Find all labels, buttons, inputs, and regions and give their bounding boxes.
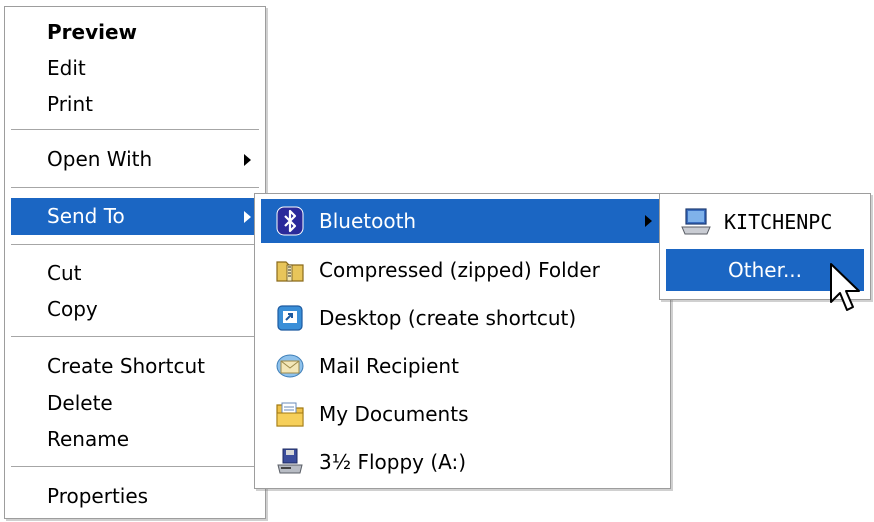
menu-item-edit[interactable]: Edit: [11, 50, 259, 87]
menu-item-label: Send To: [47, 204, 125, 228]
zip-folder-icon: [276, 261, 304, 282]
send-to-compressed-folder[interactable]: Compressed (zipped) Folder: [261, 248, 664, 292]
bluetooth-device-kitchenpc[interactable]: KITCHENPC: [666, 201, 864, 243]
menu-item-label: Other...: [728, 258, 803, 282]
menu-item-send-to[interactable]: Send To: [11, 198, 259, 235]
my-documents-icon: [276, 402, 304, 427]
send-to-mail-recipient[interactable]: Mail Recipient: [261, 344, 664, 388]
menu-item-label: Copy: [47, 297, 98, 321]
menu-item-label: Rename: [47, 427, 130, 451]
menu-item-create-shortcut[interactable]: Create Shortcut: [11, 348, 259, 385]
laptop-icon: [681, 208, 711, 235]
menu-item-delete[interactable]: Delete: [11, 385, 259, 422]
send-to-submenu: Bluetooth Compressed (zipped) Folder Des…: [254, 193, 671, 489]
mouse-cursor-icon: [830, 263, 860, 311]
menu-item-label: Cut: [47, 261, 82, 285]
bluetooth-icon: [276, 206, 304, 236]
send-to-my-documents[interactable]: My Documents: [261, 392, 664, 436]
menu-item-label: Delete: [47, 391, 113, 415]
menu-item-properties[interactable]: Properties: [11, 478, 259, 515]
menu-item-label: Open With: [47, 147, 153, 171]
menu-item-label: Preview: [47, 20, 138, 44]
menu-item-label: Print: [47, 92, 94, 116]
menu-separator: [11, 244, 259, 245]
menu-separator: [11, 336, 259, 337]
menu-item-label: My Documents: [319, 402, 469, 426]
menu-item-label: KITCHENPC: [724, 210, 833, 234]
menu-item-label: Properties: [47, 484, 149, 508]
menu-item-rename[interactable]: Rename: [11, 421, 259, 458]
menu-item-label: Edit: [47, 56, 86, 80]
menu-separator: [11, 466, 259, 467]
menu-item-copy[interactable]: Copy: [11, 291, 259, 328]
desktop-shortcut-icon: [277, 305, 303, 331]
menu-item-cut[interactable]: Cut: [11, 255, 259, 292]
menu-item-open-with[interactable]: Open With: [11, 141, 259, 178]
menu-item-label: Mail Recipient: [319, 354, 459, 378]
context-menu: Preview Edit Print Open With Send To Cut…: [4, 6, 266, 519]
mail-recipient-icon: [276, 354, 304, 378]
menu-item-preview[interactable]: Preview: [11, 14, 259, 51]
submenu-arrow-icon: [244, 154, 251, 166]
menu-separator: [11, 187, 259, 188]
menu-item-label: Bluetooth: [319, 209, 417, 233]
menu-item-label: Desktop (create shortcut): [319, 306, 577, 330]
submenu-arrow-icon: [244, 211, 251, 223]
send-to-bluetooth[interactable]: Bluetooth: [261, 199, 664, 243]
menu-item-label: Compressed (zipped) Folder: [319, 258, 600, 282]
menu-separator: [11, 129, 259, 130]
menu-item-print[interactable]: Print: [11, 86, 259, 123]
menu-item-label: Create Shortcut: [47, 354, 205, 378]
submenu-arrow-icon: [645, 215, 652, 227]
send-to-desktop-shortcut[interactable]: Desktop (create shortcut): [261, 296, 664, 340]
menu-item-label: 3½ Floppy (A:): [319, 450, 467, 474]
floppy-drive-icon: [277, 448, 303, 474]
send-to-floppy-drive[interactable]: 3½ Floppy (A:): [261, 440, 664, 484]
